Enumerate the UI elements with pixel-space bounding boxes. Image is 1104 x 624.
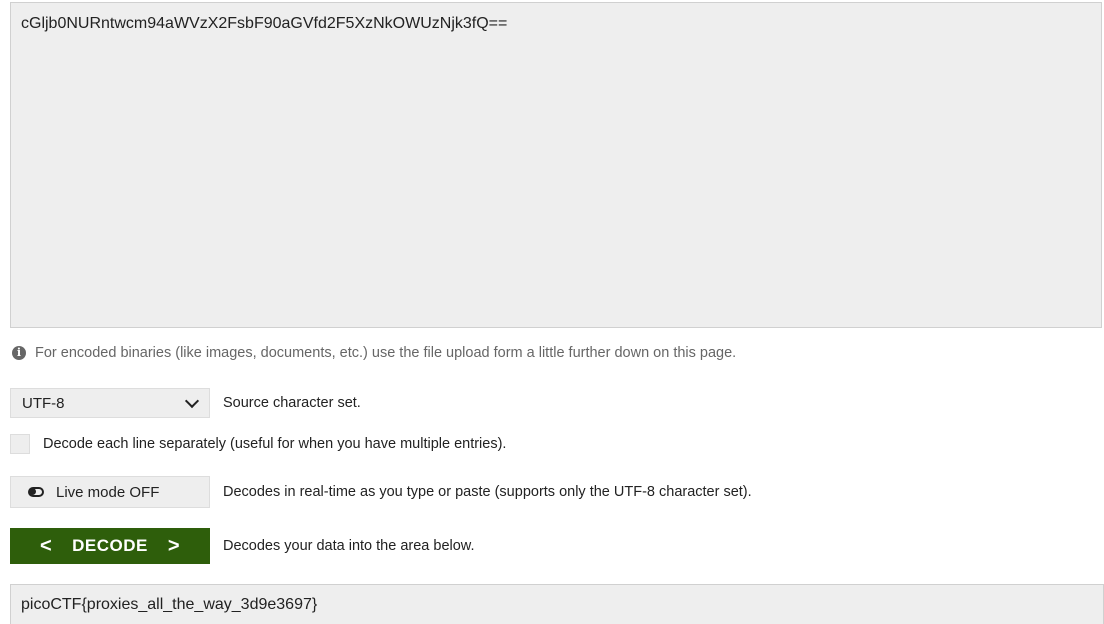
live-mode-description: Decodes in real-time as you type or past… — [223, 484, 752, 500]
charset-select[interactable]: UTF-8 — [10, 388, 210, 418]
decode-button[interactable]: < DECODE > — [10, 528, 210, 564]
split-lines-row: Decode each line separately (useful for … — [10, 432, 506, 456]
decode-row: < DECODE > Decodes your data into the ar… — [10, 528, 475, 564]
charset-row: UTF-8 Source character set. — [10, 388, 361, 418]
base64-decoder-page: cGljb0NURntwcm94aWVzX2FsbF90aGVfd2F5XzNk… — [0, 0, 1104, 624]
live-mode-row: Live mode OFF Decodes in real-time as yo… — [10, 476, 752, 508]
info-icon: i — [12, 346, 26, 360]
chevron-right-icon: > — [167, 535, 181, 557]
chevron-left-icon: < — [39, 535, 53, 557]
live-mode-label: Live mode OFF — [56, 483, 160, 501]
split-lines-checkbox[interactable] — [10, 434, 30, 454]
decode-description: Decodes your data into the area below. — [223, 538, 475, 554]
toggle-icon — [28, 487, 44, 497]
decode-button-label: DECODE — [72, 536, 148, 555]
charset-selected-value: UTF-8 — [22, 394, 65, 412]
charset-description: Source character set. — [223, 395, 361, 411]
info-note: i For encoded binaries (like images, doc… — [12, 343, 736, 363]
chevron-down-icon — [184, 393, 200, 408]
split-lines-label: Decode each line separately (useful for … — [43, 436, 507, 452]
decoded-output-textarea[interactable]: picoCTF{proxies_all_the_way_3d9e3697} — [10, 584, 1104, 624]
info-note-text: For encoded binaries (like images, docum… — [35, 345, 737, 361]
live-mode-toggle-button[interactable]: Live mode OFF — [10, 476, 210, 508]
encoded-input-textarea[interactable]: cGljb0NURntwcm94aWVzX2FsbF90aGVfd2F5XzNk… — [10, 2, 1102, 328]
